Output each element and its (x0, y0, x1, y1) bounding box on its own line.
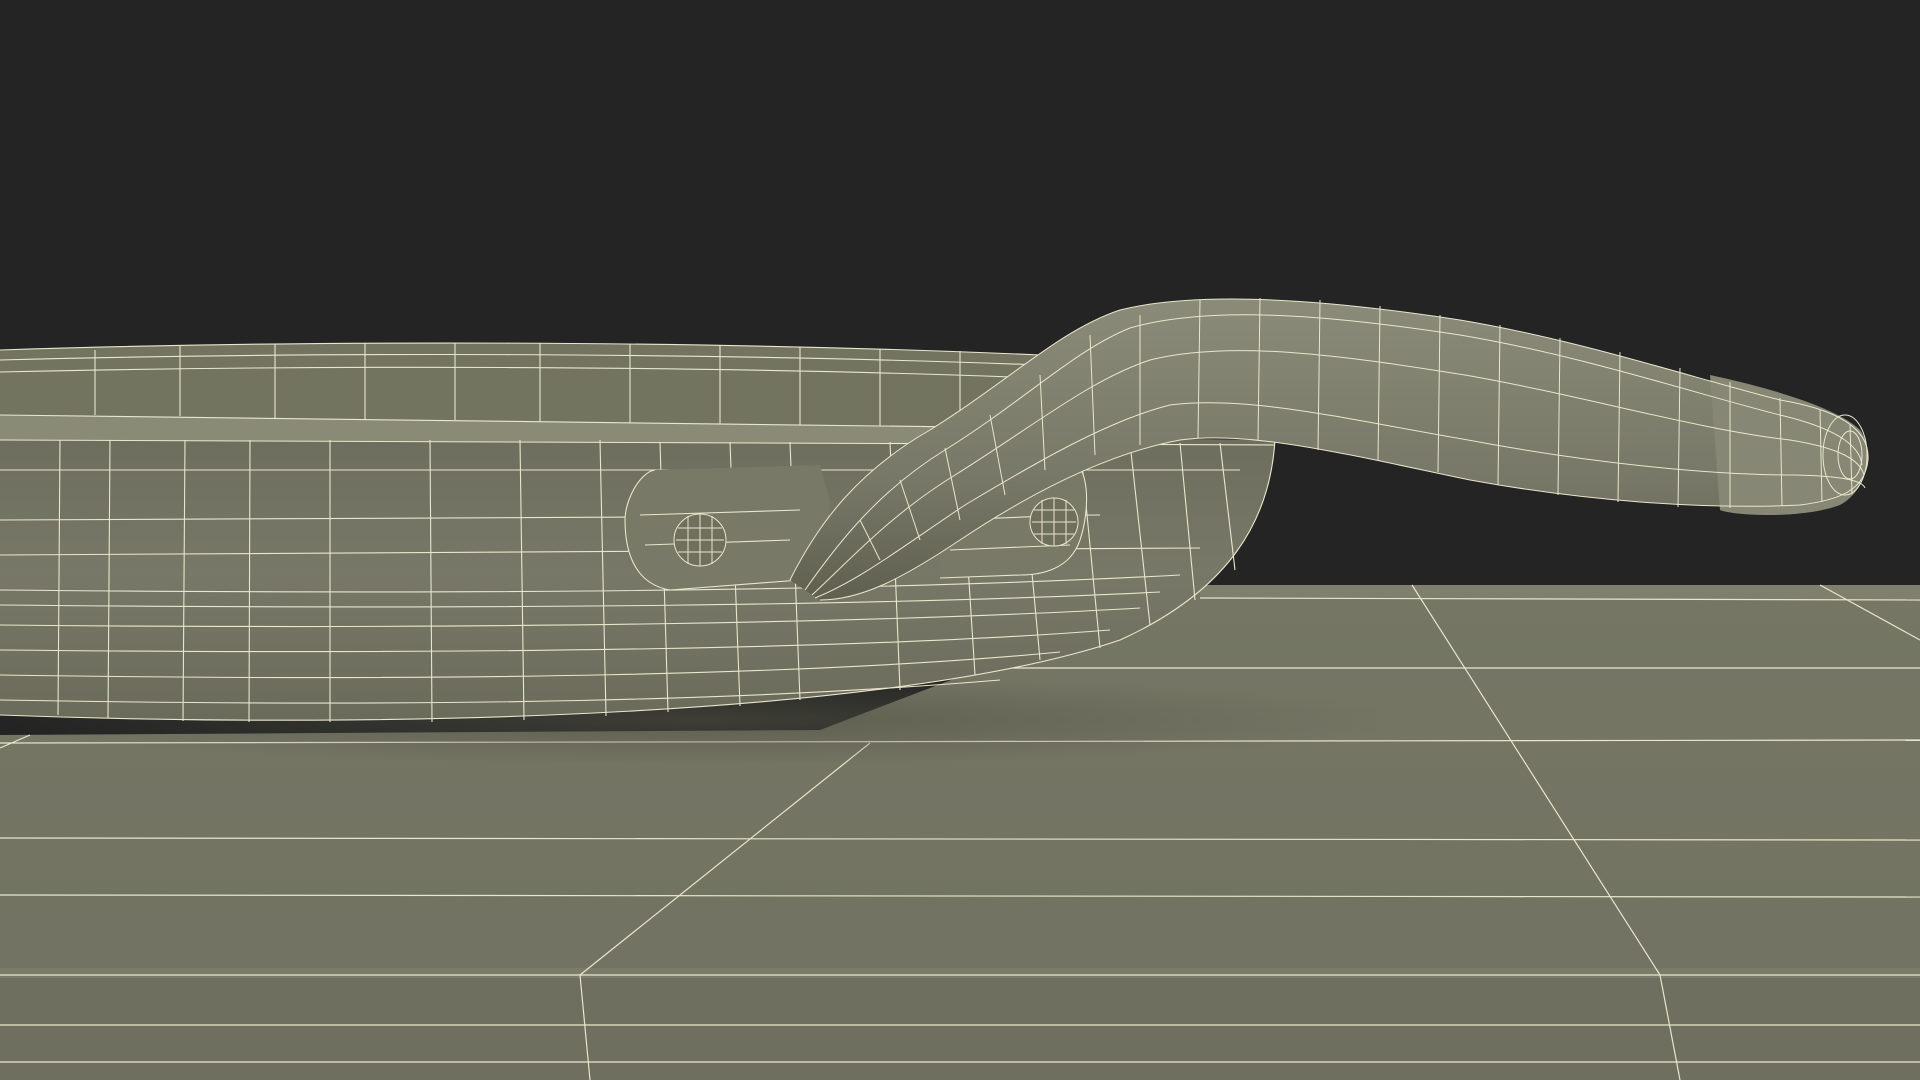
render-viewport (0, 0, 1920, 1080)
scene-svg (0, 0, 1920, 1080)
rivet-right (1029, 497, 1079, 547)
rivet-left (673, 513, 727, 567)
